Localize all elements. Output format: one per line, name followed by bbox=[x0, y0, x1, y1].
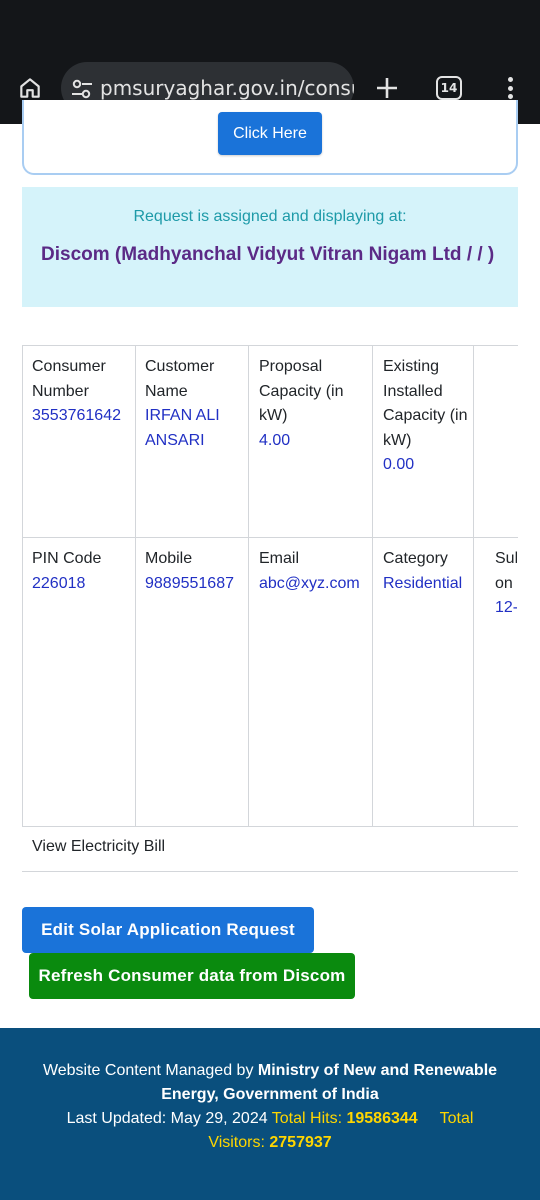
edit-solar-application-button[interactable]: Edit Solar Application Request bbox=[22, 907, 314, 953]
refresh-consumer-data-button[interactable]: Refresh Consumer data from Discom bbox=[29, 953, 355, 999]
footer-visitors-label-part2: Visitors: bbox=[208, 1134, 265, 1151]
assignment-caption: Request is assigned and displaying at: bbox=[133, 208, 407, 225]
assignment-office: Discom (Madhyanchal Vidyut Vitran Nigam … bbox=[41, 244, 495, 265]
mobile-label: Mobile bbox=[145, 550, 193, 567]
consumer-number-label: Consumer Number bbox=[32, 358, 106, 400]
footer-hits-label: Total Hits: bbox=[271, 1110, 343, 1127]
category-label: Category bbox=[383, 550, 448, 567]
footer-stats-line1: Last Updated: May 29, 2024 Total Hits: 1… bbox=[20, 1107, 520, 1131]
pin-code-value: 226018 bbox=[32, 574, 86, 592]
url-text[interactable]: pmsuryaghar.gov.in/consum bbox=[100, 74, 354, 102]
existing-capacity-value: 0.00 bbox=[383, 456, 415, 473]
mobile-cell: Mobile 9889551687 bbox=[145, 547, 248, 596]
category-cell: Category Residential bbox=[383, 547, 471, 596]
site-footer: Website Content Managed by Ministry of N… bbox=[0, 1028, 540, 1200]
category-value: Residential bbox=[383, 574, 463, 592]
table-divider bbox=[22, 537, 518, 538]
pin-code-cell: PIN Code 226018 bbox=[32, 547, 132, 596]
table-divider bbox=[22, 345, 518, 346]
footer-visitors-value: 2757937 bbox=[269, 1134, 332, 1151]
click-here-button[interactable]: Click Here bbox=[218, 112, 322, 155]
footer-stats-line2: Visitors: 2757937 bbox=[20, 1131, 520, 1155]
proposal-capacity-value: 4.00 bbox=[259, 431, 291, 449]
existing-capacity-cell: Existing Installed Capacity (in kW) 0.00 bbox=[383, 355, 471, 478]
consumer-number-cell: Consumer Number 3553761642 bbox=[32, 355, 132, 429]
submitted-on-label: Sul on bbox=[495, 550, 517, 592]
submitted-on-cell: Sul on 12- bbox=[495, 547, 517, 621]
footer-hits-value: 19586344 bbox=[346, 1110, 418, 1127]
status-bar bbox=[0, 0, 540, 52]
tab-switcher-icon[interactable]: 14 bbox=[436, 76, 462, 100]
pin-code-label: PIN Code bbox=[32, 550, 102, 567]
footer-managed-prefix: Website Content Managed by bbox=[42, 1062, 258, 1079]
table-divider bbox=[372, 345, 373, 826]
customer-name-cell: Customer Name IRFAN ALI ANSARI bbox=[145, 355, 245, 453]
consumer-details-table: Consumer Number 3553761642 Customer Name… bbox=[22, 345, 518, 872]
mobile-value: 9889551687 bbox=[145, 574, 234, 592]
table-divider bbox=[473, 345, 474, 826]
table-divider bbox=[135, 345, 136, 826]
footer-last-updated: Last Updated: May 29, 2024 bbox=[66, 1110, 268, 1127]
email-cell: Email abc@xyz.com bbox=[259, 547, 371, 596]
table-divider bbox=[248, 345, 249, 826]
table-divider bbox=[22, 826, 518, 827]
table-divider bbox=[22, 871, 518, 872]
footer-visitors-label-part1: Total bbox=[439, 1110, 474, 1127]
existing-capacity-label: Existing Installed Capacity (in kW) bbox=[383, 358, 468, 449]
proposal-capacity-label: Proposal Capacity (in kW) bbox=[259, 358, 344, 424]
table-divider bbox=[22, 345, 23, 826]
customer-name-value: IRFAN ALI ANSARI bbox=[145, 407, 220, 449]
email-value: abc@xyz.com bbox=[259, 574, 360, 592]
email-label: Email bbox=[259, 550, 300, 567]
consumer-number-value: 3553761642 bbox=[32, 407, 121, 424]
home-icon bbox=[20, 78, 40, 98]
footer-managed-by: Website Content Managed by Ministry of N… bbox=[20, 1059, 520, 1107]
view-electricity-bill-link[interactable]: View Electricity Bill bbox=[32, 838, 165, 856]
tab-count: 14 bbox=[440, 81, 458, 95]
site-info-icon[interactable] bbox=[71, 78, 93, 100]
proposal-capacity-cell: Proposal Capacity (in kW) 4.00 bbox=[259, 355, 367, 453]
customer-name-label: Customer Name bbox=[145, 358, 215, 400]
assignment-alert: Request is assigned and displaying at: D… bbox=[22, 187, 518, 307]
submitted-on-value: 12- bbox=[495, 599, 517, 616]
